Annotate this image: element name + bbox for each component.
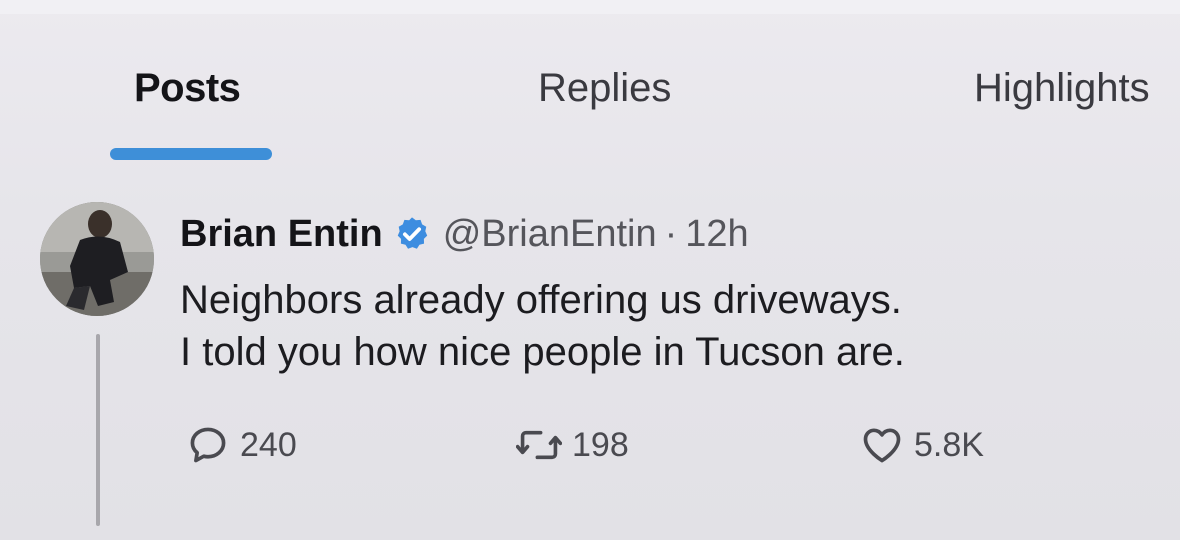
tab-replies[interactable]: Replies xyxy=(538,64,671,112)
active-tab-indicator xyxy=(110,148,272,160)
post-header: Brian Entin @BrianEntin · 12h xyxy=(180,210,749,258)
separator-dot: · xyxy=(664,212,678,255)
comment-bubble-icon xyxy=(186,423,230,467)
profile-timeline: Posts Replies Highlights Brian Entin @Br… xyxy=(0,0,1180,540)
avatar-photo xyxy=(40,202,154,316)
heart-icon xyxy=(860,423,904,467)
top-strip xyxy=(0,0,1180,14)
reply-button[interactable]: 240 xyxy=(186,420,297,470)
post-text-line: Neighbors already offering us driveways. xyxy=(180,278,902,322)
like-count: 5.8K xyxy=(914,425,984,464)
reply-count: 240 xyxy=(240,425,297,464)
verified-badge-icon xyxy=(393,215,431,253)
display-name[interactable]: Brian Entin xyxy=(180,213,383,256)
tab-posts[interactable]: Posts xyxy=(134,64,241,112)
repost-count: 198 xyxy=(572,425,629,464)
post-text: Neighbors already offering us driveways.… xyxy=(180,274,905,378)
user-handle[interactable]: @BrianEntin xyxy=(443,213,657,256)
repost-button[interactable]: 198 xyxy=(516,420,629,470)
post-text-line: I told you how nice people in Tucson are… xyxy=(180,330,905,374)
tab-highlights[interactable]: Highlights xyxy=(974,64,1150,112)
post-timestamp[interactable]: 12h xyxy=(685,213,748,256)
thread-line xyxy=(96,334,100,526)
like-button[interactable]: 5.8K xyxy=(860,420,984,470)
repost-arrows-icon xyxy=(516,425,562,465)
avatar[interactable] xyxy=(40,202,154,316)
